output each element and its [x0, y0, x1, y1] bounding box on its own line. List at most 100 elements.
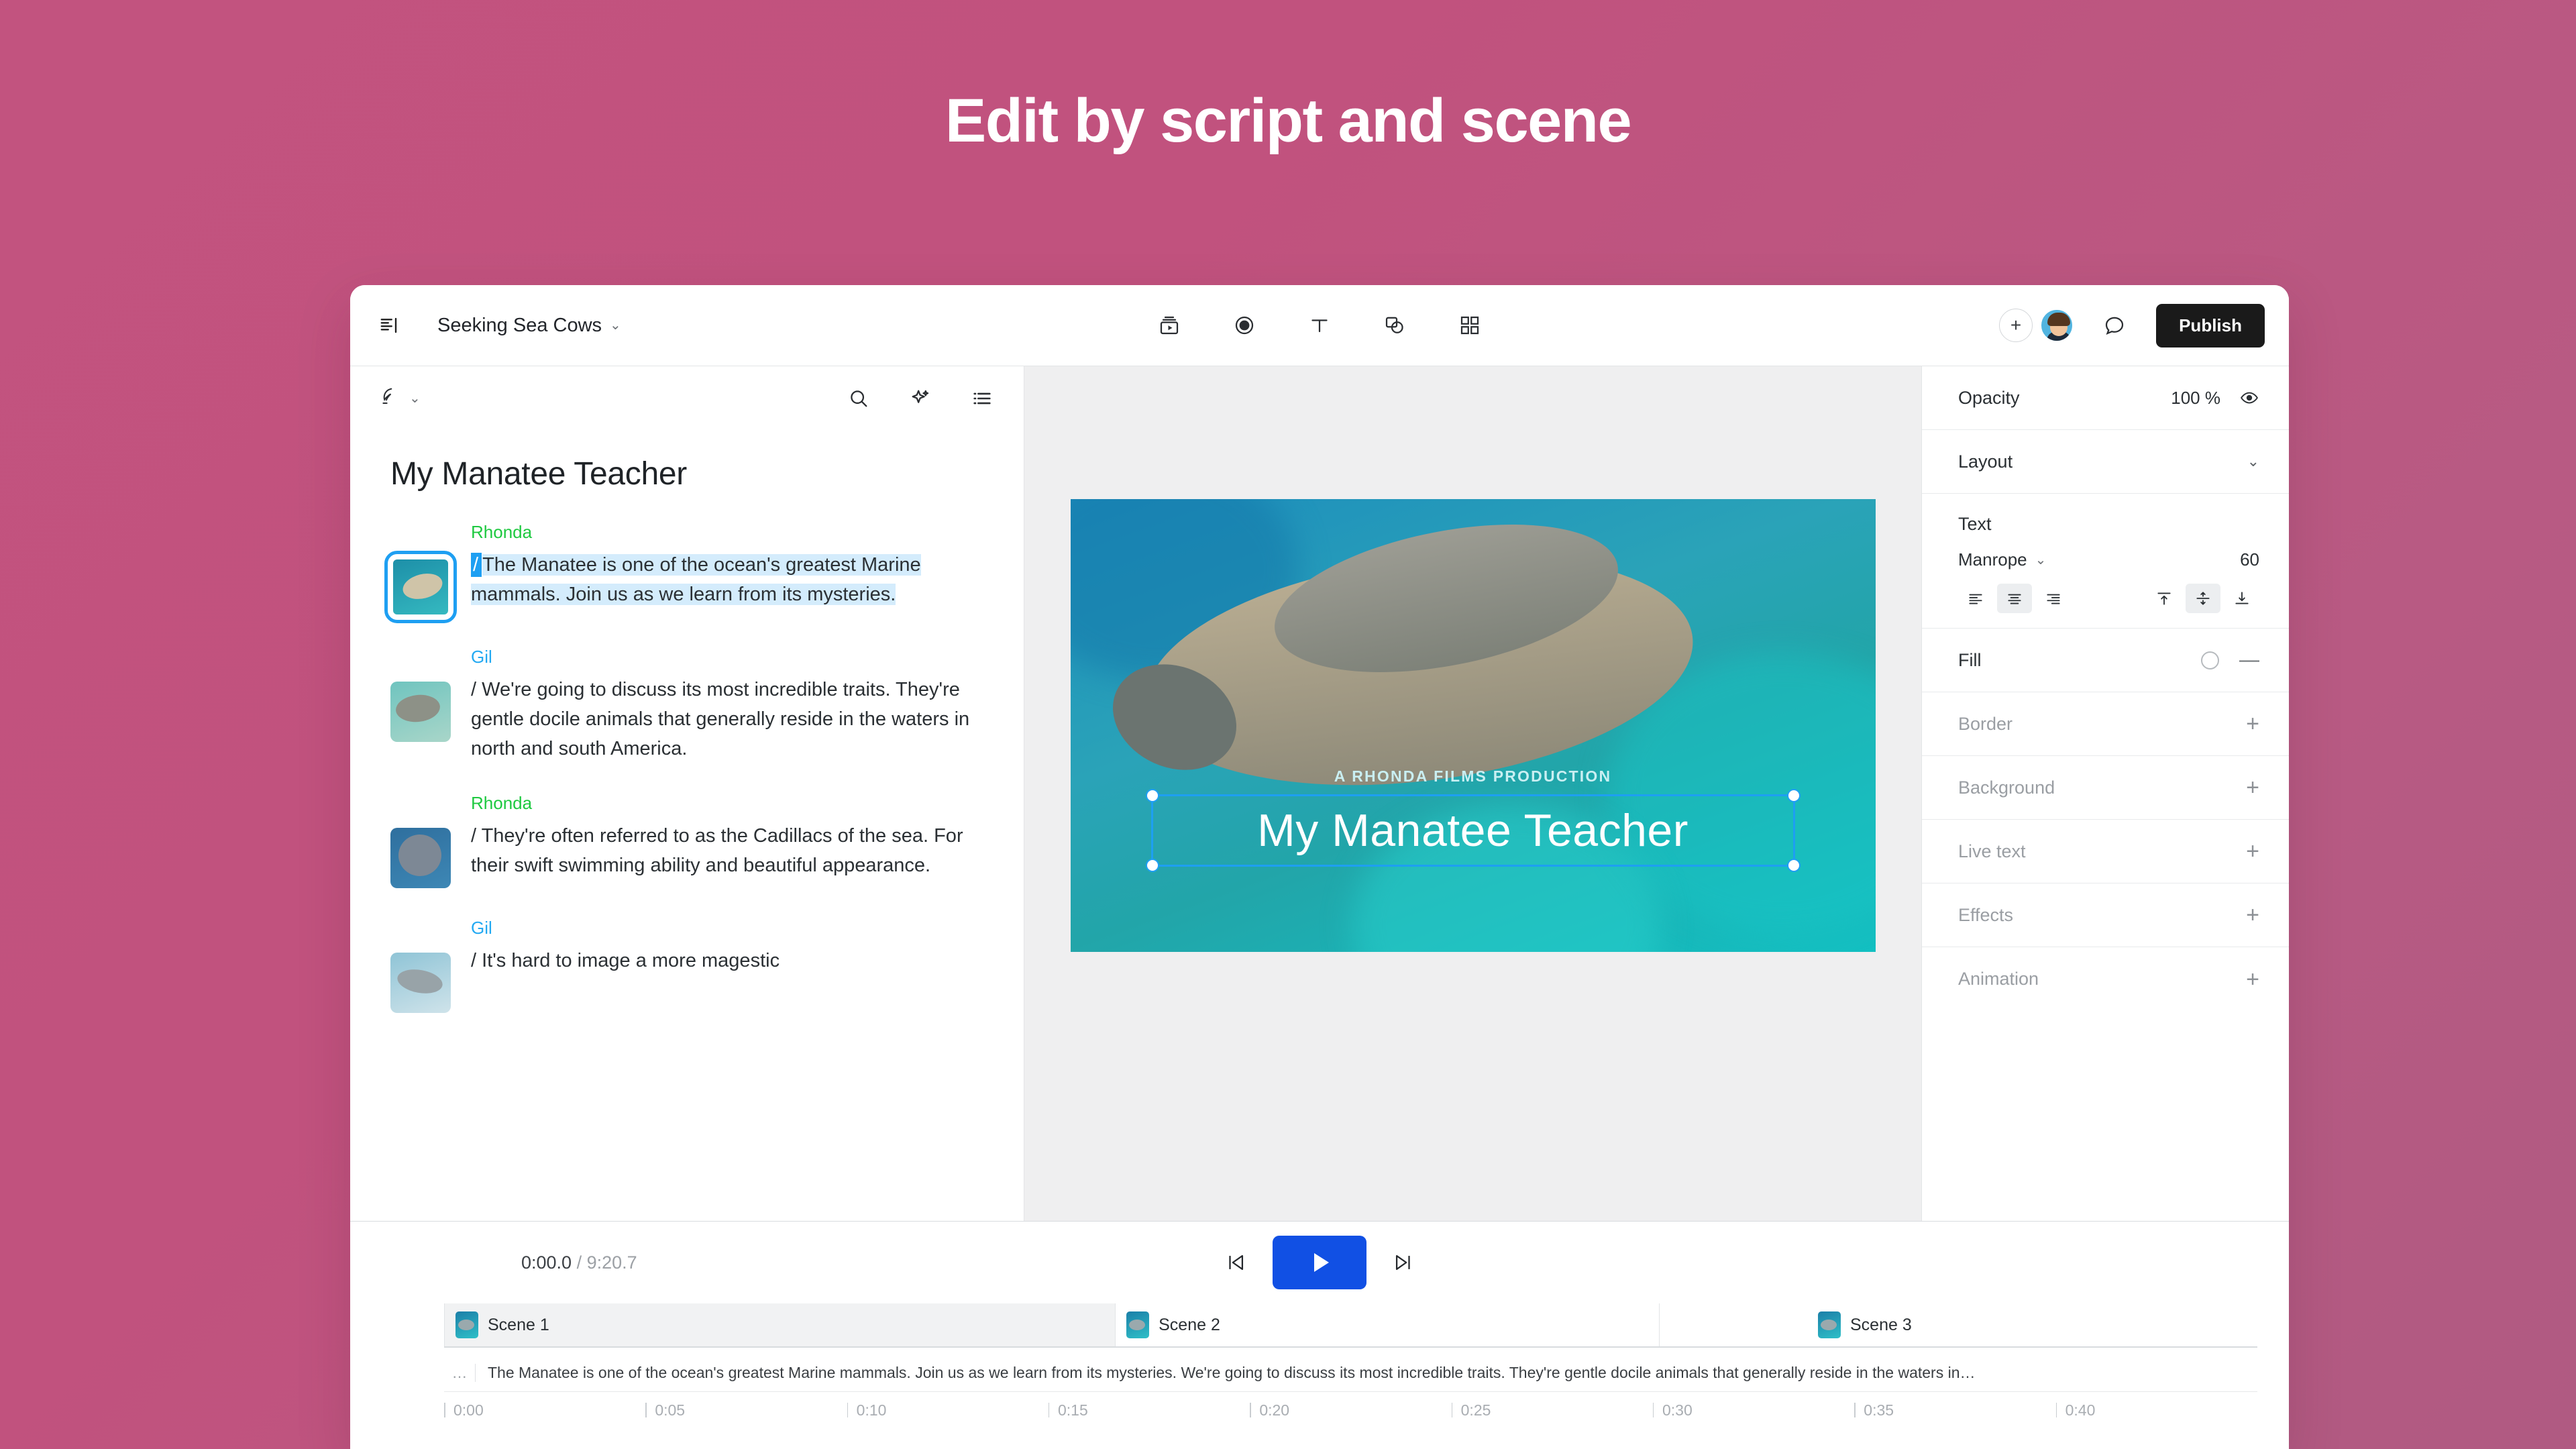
font-size-value[interactable]: 60: [2240, 549, 2259, 570]
eye-icon[interactable]: [2239, 388, 2259, 408]
document-title-menu[interactable]: Seeking Sea Cows ⌄: [437, 315, 621, 337]
script-body[interactable]: My Manatee Teacher Rhonda / The Manatee i…: [350, 430, 1024, 1221]
play-button[interactable]: [1273, 1236, 1366, 1289]
font-family-select[interactable]: Manrope ⌄: [1958, 549, 2046, 570]
color-swatch-icon[interactable]: [2201, 651, 2219, 669]
text-tool-icon[interactable]: [1304, 310, 1335, 341]
ruler-tick: 0:25: [1451, 1401, 1653, 1449]
add-live-text-icon[interactable]: +: [2246, 840, 2259, 863]
canvas-area[interactable]: A RHONDA FILMS PRODUCTION My Manatee Tea…: [1024, 366, 1921, 1221]
resize-handle-top-right[interactable]: [1786, 789, 1801, 802]
speaker-label[interactable]: Gil: [471, 918, 996, 938]
feather-pen-icon: [378, 386, 400, 411]
scene-thumbnail[interactable]: [390, 953, 451, 1014]
script-line[interactable]: / They're often referred to as the Cadil…: [471, 821, 996, 880]
avatar[interactable]: [2039, 308, 2075, 343]
text-section-label: Text: [1958, 514, 1992, 534]
fill-label: Fill: [1958, 649, 1982, 670]
caption-track[interactable]: … The Manatee is one of the ocean's grea…: [444, 1354, 2257, 1392]
speaker-label[interactable]: Rhonda: [471, 793, 996, 814]
add-background-icon[interactable]: +: [2246, 776, 2259, 799]
resize-handle-bottom-left[interactable]: [1145, 859, 1159, 872]
shapes-icon[interactable]: [1379, 310, 1410, 341]
scene-clip[interactable]: Scene 2: [1115, 1303, 1659, 1346]
layout-row[interactable]: Layout ⌄: [1922, 430, 2289, 494]
list-view-icon[interactable]: [969, 385, 996, 412]
animation-label: Animation: [1958, 969, 2039, 989]
align-bottom-icon[interactable]: [2224, 584, 2259, 613]
scene-clip[interactable]: Scene 1: [444, 1303, 1116, 1346]
ruler-tick: 0:40: [2055, 1401, 2257, 1449]
effects-row[interactable]: Effects +: [1922, 883, 2289, 947]
live-text-row[interactable]: Live text +: [1922, 820, 2289, 883]
remove-fill-icon[interactable]: —: [2239, 650, 2259, 670]
script-block[interactable]: Rhonda / The Manatee is one of the ocean'…: [378, 522, 996, 623]
align-top-icon[interactable]: [2147, 584, 2182, 613]
add-border-icon[interactable]: +: [2246, 712, 2259, 735]
video-preview[interactable]: A RHONDA FILMS PRODUCTION My Manatee Tea…: [1070, 499, 1876, 952]
resize-handle-bottom-right[interactable]: [1786, 859, 1801, 872]
add-collaborator-button[interactable]: +: [1999, 309, 2033, 342]
record-icon[interactable]: [1229, 310, 1260, 341]
script-line[interactable]: / We're going to discuss its most incred…: [471, 675, 996, 763]
scene-thumbnail-icon: [1126, 1311, 1150, 1338]
topbar-left-group: Seeking Sea Cows ⌄: [377, 313, 621, 337]
script-mode-selector[interactable]: ⌄: [378, 386, 421, 411]
script-block[interactable]: Rhonda / They're often referred to as th…: [378, 793, 996, 889]
animation-row[interactable]: Animation +: [1922, 947, 2289, 1011]
script-block[interactable]: Gil / It's hard to image a more magestic: [378, 918, 996, 1014]
play-icon: [1313, 1253, 1329, 1272]
scene-track[interactable]: Scene 1 Scene 2 Scene 3: [444, 1303, 2257, 1348]
speaker-label[interactable]: Gil: [471, 647, 996, 667]
script-title[interactable]: My Manatee Teacher: [390, 455, 996, 492]
add-effect-icon[interactable]: +: [2246, 904, 2259, 926]
add-animation-icon[interactable]: +: [2246, 968, 2259, 991]
align-center-icon[interactable]: [1997, 584, 2032, 613]
transport-bar: 0:00.0 / 9:20.7: [350, 1222, 2289, 1303]
video-title-text[interactable]: My Manatee Teacher: [1257, 804, 1688, 857]
alignment-row: [1958, 584, 2259, 613]
script-panel-header: ⌄: [350, 366, 1024, 430]
opacity-value[interactable]: 100 %: [2171, 388, 2220, 409]
sidebar-toggle-icon[interactable]: [377, 313, 401, 337]
script-line[interactable]: / The Manatee is one of the ocean's great…: [471, 550, 996, 609]
manatee-shape: [395, 966, 445, 997]
align-left-icon[interactable]: [1958, 584, 1993, 613]
skip-to-start-icon[interactable]: [1220, 1247, 1251, 1278]
align-middle-icon[interactable]: [2186, 584, 2220, 613]
script-block-text: Gil / We're going to discuss its most in…: [471, 647, 996, 763]
video-subtitle: A RHONDA FILMS PRODUCTION: [1334, 767, 1612, 785]
scene-thumbnail[interactable]: [384, 551, 457, 623]
chevron-down-icon: ⌄: [409, 390, 421, 406]
scene-thumbnail[interactable]: [390, 682, 451, 742]
live-text-label: Live text: [1958, 841, 2026, 861]
scene-clip[interactable]: Scene 3: [1659, 1303, 2257, 1346]
scene-label: Scene 1: [488, 1315, 549, 1334]
time-readout: 0:00.0 / 9:20.7: [521, 1252, 637, 1273]
templates-grid-icon[interactable]: [1454, 310, 1485, 341]
properties-panel: Opacity 100 % Layout ⌄ Text Manrope ⌄ 60…: [1921, 366, 2289, 1221]
text-selection-box[interactable]: My Manatee Teacher: [1145, 789, 1801, 872]
resize-handle-top-left[interactable]: [1145, 789, 1159, 802]
background-row[interactable]: Background +: [1922, 756, 2289, 820]
scene-label: Scene 3: [1850, 1315, 1912, 1334]
border-row[interactable]: Border +: [1922, 692, 2289, 756]
search-icon[interactable]: [845, 385, 872, 412]
publish-button[interactable]: Publish: [2156, 303, 2265, 347]
opacity-row[interactable]: Opacity 100 %: [1922, 366, 2289, 430]
fill-row[interactable]: Fill —: [1922, 629, 2289, 692]
media-library-icon[interactable]: [1154, 310, 1185, 341]
time-ruler[interactable]: 0:00 0:05 0:10 0:15 0:20 0:25 0:30 0:35 …: [444, 1392, 2257, 1449]
skip-to-end-icon[interactable]: [1388, 1247, 1419, 1278]
scene-thumbnail[interactable]: [390, 828, 451, 889]
top-bar: Seeking Sea Cows ⌄ + Publish: [350, 285, 2289, 366]
script-line[interactable]: / It's hard to image a more magestic: [471, 946, 996, 975]
speaker-label[interactable]: Rhonda: [471, 522, 996, 543]
ai-sparkle-icon[interactable]: [907, 385, 934, 412]
script-panel-actions: [845, 385, 996, 412]
tool-group: [1154, 310, 1485, 341]
align-right-icon[interactable]: [2036, 584, 2071, 613]
comment-icon[interactable]: [2100, 311, 2129, 340]
script-block[interactable]: Gil / We're going to discuss its most in…: [378, 647, 996, 763]
caption-text[interactable]: The Manatee is one of the ocean's greate…: [475, 1364, 2257, 1382]
